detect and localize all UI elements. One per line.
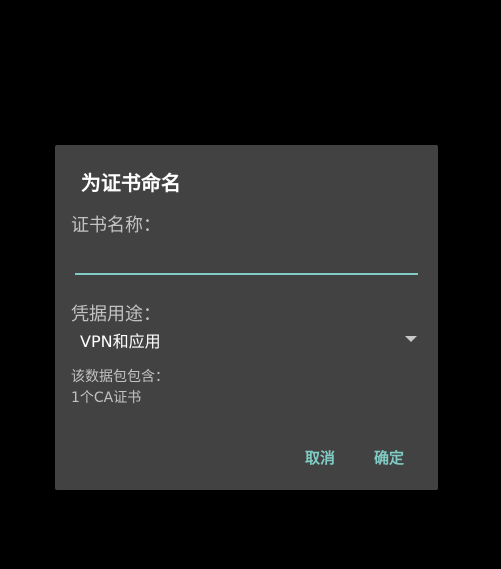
package-contains-label: 该数据包包含：: [71, 369, 169, 385]
cancel-button[interactable]: 取消: [299, 443, 341, 472]
credential-usage-label: 凭据用途：: [71, 304, 161, 325]
name-certificate-dialog: 为证书命名 证书名称： 凭据用途： VPN和应用 该数据包包含： 1个CA证书 …: [55, 145, 438, 490]
package-contains-value: 1个CA证书: [71, 390, 142, 406]
credential-usage-selected: VPN和应用: [80, 332, 161, 351]
certificate-name-input[interactable]: [75, 249, 418, 275]
dropdown-arrow-icon: [405, 336, 417, 342]
dialog-title: 为证书命名: [81, 171, 181, 195]
credential-usage-dropdown[interactable]: VPN和应用: [71, 325, 417, 353]
ok-button[interactable]: 确定: [368, 443, 410, 472]
certificate-name-label: 证书名称：: [71, 215, 161, 236]
